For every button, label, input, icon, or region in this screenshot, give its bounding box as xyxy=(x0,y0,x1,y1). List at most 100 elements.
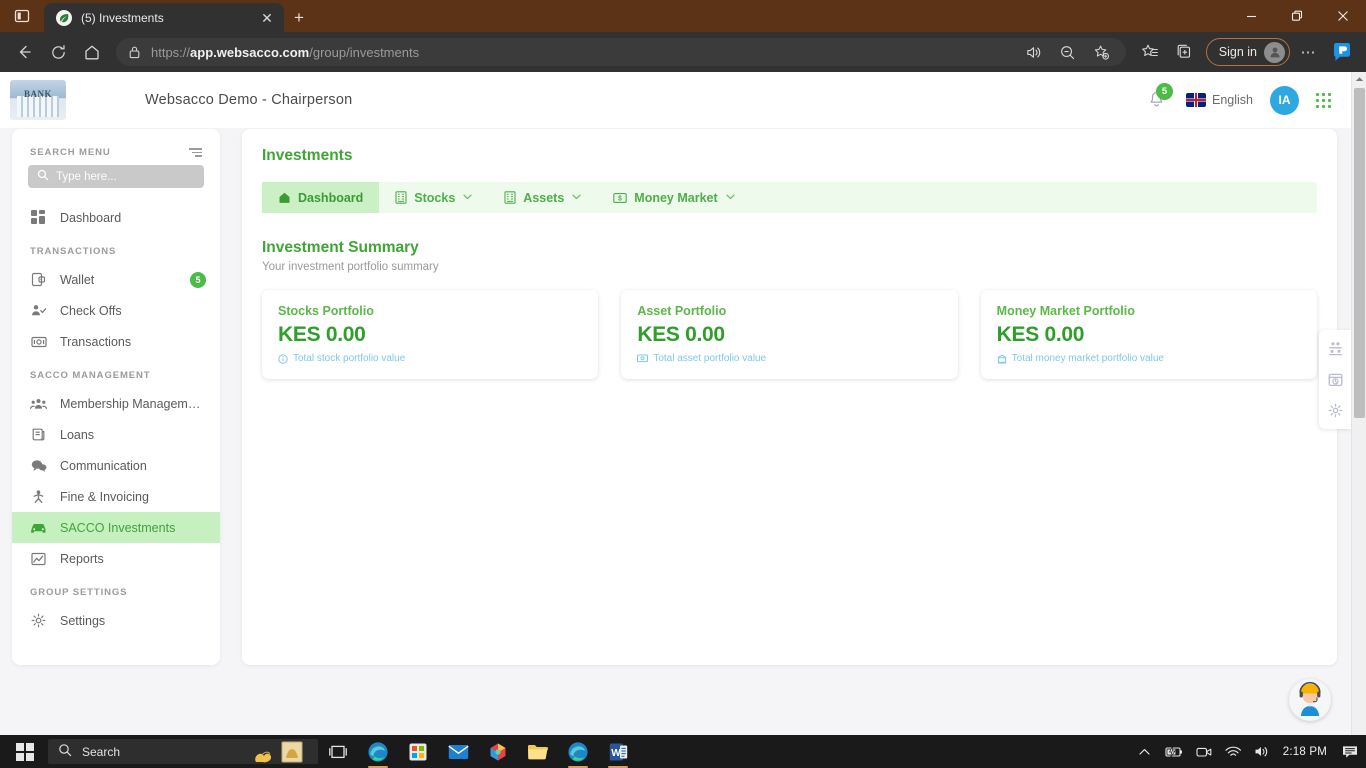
collections-icon[interactable] xyxy=(1168,37,1200,67)
home-icon xyxy=(278,191,291,204)
people-settings-icon[interactable] xyxy=(1328,341,1343,356)
sidebar-item-settings[interactable]: Settings xyxy=(12,605,220,636)
sidebar-item-label: Check Offs xyxy=(60,303,122,318)
portfolio-cards: Stocks Portfolio KES 0.00 Total stock po… xyxy=(262,290,1317,379)
taskbar-app-edge-2[interactable] xyxy=(558,735,598,768)
tab-actions-button[interactable] xyxy=(0,0,44,32)
address-bar-actions xyxy=(1018,37,1118,67)
tab-assets[interactable]: Assets xyxy=(488,182,597,213)
tab-money-market[interactable]: $ Money Market xyxy=(597,182,750,213)
minimize-button[interactable] xyxy=(1228,0,1274,32)
stocks-portfolio-card[interactable]: Stocks Portfolio KES 0.00 Total stock po… xyxy=(262,290,599,379)
card-footer: Total stock portfolio value xyxy=(278,353,582,364)
apps-grid-icon[interactable] xyxy=(1316,92,1331,108)
page-scrollbar[interactable] xyxy=(1351,72,1366,735)
support-agent-icon xyxy=(1290,679,1330,721)
support-chat-button[interactable] xyxy=(1289,679,1331,721)
check-offs-icon xyxy=(30,302,47,319)
building-icon xyxy=(395,191,407,204)
sidebar-item-wallet[interactable]: Wallet 5 xyxy=(12,264,220,295)
cash-icon: $ xyxy=(613,192,628,204)
taskbar-app-edge[interactable] xyxy=(358,735,398,768)
sidebar-item-check-offs[interactable]: Check Offs xyxy=(12,295,220,326)
banknote-icon xyxy=(637,354,649,363)
sidebar-item-transactions[interactable]: Transactions xyxy=(12,326,220,357)
favorites-icon[interactable] xyxy=(1134,37,1166,67)
add-favorite-icon[interactable] xyxy=(1086,37,1118,67)
meet-now-icon[interactable] xyxy=(1196,746,1212,758)
notifications-button[interactable]: 5 xyxy=(1147,83,1173,112)
language-selector[interactable]: English xyxy=(1186,93,1253,107)
new-tab-button[interactable]: + xyxy=(284,3,314,32)
taskbar-app-word[interactable]: W xyxy=(598,735,638,768)
floating-tool-rail xyxy=(1319,330,1351,429)
restore-button[interactable] xyxy=(1274,0,1320,32)
browser-tab[interactable]: (5) Investments ✕ xyxy=(44,3,284,32)
sidebar-item-communication[interactable]: Communication xyxy=(12,450,220,481)
avatar[interactable]: IA xyxy=(1270,85,1299,115)
sidebar-item-loans[interactable]: Loans xyxy=(12,419,220,450)
sidebar-item-reports[interactable]: Reports xyxy=(12,543,220,574)
card-title: Stocks Portfolio xyxy=(278,304,374,318)
card-value: KES 0.00 xyxy=(278,323,366,346)
close-window-button[interactable] xyxy=(1320,0,1366,32)
sign-in-button[interactable]: Sign in xyxy=(1205,38,1290,66)
page-viewport: Websacco Demo - Chairperson 5 English IA xyxy=(0,72,1366,735)
sidebar-item-label: Fine & Invoicing xyxy=(60,489,149,504)
sidebar-item-membership-management[interactable]: Membership Managem… xyxy=(12,388,220,419)
browser-toolbar: https://app.websacco.com/group/investmen… xyxy=(0,32,1366,72)
windows-start-icon[interactable] xyxy=(2,735,48,768)
gear-icon xyxy=(30,612,47,629)
url-text: https://app.websacco.com/group/investmen… xyxy=(151,44,420,60)
card-footer: Total asset portfolio value xyxy=(637,353,941,364)
scrollbar-thumb[interactable] xyxy=(1353,88,1365,418)
chevron-down-icon xyxy=(726,193,735,202)
filter-icon[interactable] xyxy=(189,148,202,157)
loans-icon xyxy=(30,426,47,443)
sidebar-group-group-settings: GROUP SETTINGS Settings xyxy=(12,574,220,636)
scroll-up-arrow-icon[interactable] xyxy=(1355,72,1364,86)
web-page: Websacco Demo - Chairperson 5 English IA xyxy=(0,72,1351,735)
back-icon[interactable] xyxy=(8,37,40,67)
sidebar-section-label: GROUP SETTINGS xyxy=(30,587,128,598)
read-aloud-icon[interactable] xyxy=(1018,37,1050,67)
taskbar-app-paint3d[interactable] xyxy=(478,735,518,768)
taskbar-search-box[interactable]: Search xyxy=(48,739,318,764)
sidebar-item-sacco-investments[interactable]: SACCO Investments xyxy=(12,512,220,543)
card-title: Money Market Portfolio xyxy=(996,304,1135,318)
browser-settings-more-icon[interactable]: ⋯ xyxy=(1292,37,1324,67)
battery-charging-icon[interactable] xyxy=(1163,745,1183,758)
reports-icon xyxy=(30,550,47,567)
chevron-up-icon[interactable] xyxy=(1139,748,1150,756)
tab-stocks[interactable]: Stocks xyxy=(379,182,488,213)
taskbar-app-mail[interactable] xyxy=(438,735,478,768)
search-input[interactable] xyxy=(56,170,195,183)
notification-center-icon[interactable] xyxy=(1342,745,1358,759)
profile-avatar-icon xyxy=(1264,41,1285,63)
task-view-icon[interactable] xyxy=(318,735,358,768)
building-icon xyxy=(504,191,516,204)
chevron-down-icon xyxy=(572,193,581,202)
card-value: KES 0.00 xyxy=(996,323,1085,346)
gear-icon[interactable] xyxy=(1328,403,1343,418)
calendar-clock-icon[interactable] xyxy=(1328,372,1343,387)
reload-icon[interactable] xyxy=(42,37,74,67)
money-market-portfolio-card[interactable]: Money Market Portfolio KES 0.00 Total mo… xyxy=(980,290,1317,379)
sidebar-item-dashboard[interactable]: Dashboard xyxy=(12,202,220,233)
wifi-icon[interactable] xyxy=(1225,746,1241,758)
zoom-out-icon[interactable] xyxy=(1052,37,1084,67)
sidebar-item-label: Settings xyxy=(60,613,106,628)
volume-icon[interactable] xyxy=(1254,745,1270,758)
taskbar-app-file-explorer[interactable] xyxy=(518,735,558,768)
asset-portfolio-card[interactable]: Asset Portfolio KES 0.00 Total asset por… xyxy=(621,290,958,379)
sidebar-item-fine-invoicing[interactable]: Fine & Invoicing xyxy=(12,481,220,512)
tab-dashboard[interactable]: Dashboard xyxy=(262,182,380,213)
taskbar-app-microsoft-store[interactable] xyxy=(398,735,438,768)
sidebar-search-box[interactable] xyxy=(28,165,204,188)
copilot-icon[interactable] xyxy=(1326,37,1358,67)
clock[interactable]: 2:18 PM xyxy=(1283,746,1327,758)
home-icon[interactable] xyxy=(76,37,108,67)
sidebar-item-label: Membership Managem… xyxy=(60,396,201,411)
address-bar[interactable]: https://app.websacco.com/group/investmen… xyxy=(116,38,1126,66)
close-icon[interactable]: ✕ xyxy=(258,11,276,25)
